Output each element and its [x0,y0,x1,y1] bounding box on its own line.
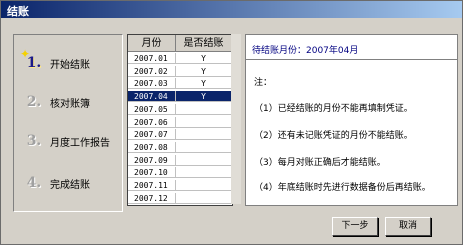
step-label: 开始结账 [50,60,90,71]
month-column-header[interactable]: 月份 [128,35,176,52]
month-cell: 2007.09 [128,154,176,166]
table-row[interactable]: 2007.02 Y [128,65,232,77]
month-cell: 2007.11 [128,180,176,191]
note-item: （3）每月对账正确后才能结账。 [254,158,386,168]
table-row[interactable]: 2007.04 Y [128,91,232,103]
month-cell: 2007.12 [128,192,176,204]
grid-scrollbar[interactable] [231,34,241,204]
divider [246,59,457,60]
steps-panel: ✦ 1. 开始结账 2. 核对账簿 3. 月度工作报告 4. 完成结账 [13,34,123,212]
table-row[interactable]: 2007.06 [128,116,232,128]
table-row[interactable]: 2007.08 [128,141,232,153]
table-row[interactable]: 2007.11 [128,180,232,191]
month-cell: 2007.08 [128,141,176,153]
closed-cell: Y [176,65,232,77]
table-row[interactable]: 2007.05 [128,103,232,115]
month-cell: 2007.07 [128,129,176,141]
closed-cell: Y [176,91,232,103]
table-row[interactable]: 2007.12 [128,192,232,204]
closed-cell [176,192,232,204]
month-cell: 2007.06 [128,116,176,128]
table-row[interactable]: 2007.09 [128,154,232,166]
step-number: 4. [26,175,42,191]
month-cell: 2007.10 [128,167,176,179]
closed-cell [176,116,232,128]
closed-cell [176,129,232,141]
note-item: （1）已经结账的月份不能再填制凭证。 [254,104,413,114]
month-grid: 月份 是否结账 2007.01 Y 2007.02 Y 2007.03 Y 2007.04 Y… [127,34,233,206]
closed-cell [176,180,232,191]
pending-month-label: 待结账月份：2007年04月 [252,46,359,56]
closed-cell [176,103,232,115]
closed-cell [176,154,232,166]
closed-cell: Y [176,78,232,90]
month-cell: 2007.03 [128,78,176,90]
month-cell: 2007.05 [128,103,176,115]
title-bar[interactable]: 结账 [1,1,462,18]
step-label: 完成结账 [50,180,90,191]
step-label: 月度工作报告 [50,138,110,149]
month-cell: 2007.04 [128,91,176,103]
closed-column-header[interactable]: 是否结账 [176,35,232,52]
month-cell: 2007.01 [128,53,176,64]
step-label: 核对账簿 [50,99,90,110]
step-finish-checkout: 4. 完成结账 [24,173,120,193]
info-panel: 待结账月份：2007年04月 注： （1）已经结账的月份不能再填制凭证。 （2）… [245,34,458,206]
step-number: 3. [26,133,42,149]
step-monthly-report: 3. 月度工作报告 [24,131,120,151]
closed-cell [176,141,232,153]
note-item: （2）还有未记账凭证的月份不能结账。 [254,131,413,141]
note-heading: 注： [254,78,273,88]
cancel-button[interactable]: 取消 [385,217,431,236]
table-row[interactable]: 2007.10 [128,167,232,179]
grid-header: 月份 是否结账 [128,35,232,53]
step-start-checkout: ✦ 1. 开始结账 [20,47,120,73]
table-row[interactable]: 2007.03 Y [128,78,232,90]
closed-cell [176,167,232,179]
table-row[interactable]: 2007.01 Y [128,53,232,64]
step-number: 2. [26,94,42,110]
step-check-books: 2. 核对账簿 [24,92,120,112]
window-title: 结账 [7,5,29,18]
next-button[interactable]: 下一步 [332,217,378,236]
step-number: 1. [26,55,42,71]
month-cell: 2007.02 [128,65,176,77]
note-item: （4）年底结账时先进行数据备份后再结账。 [254,183,431,193]
table-row[interactable]: 2007.07 [128,129,232,141]
checkout-dialog: 结账 ✦ 1. 开始结账 2. 核对账簿 3. 月度工作报告 4. 完成结账 月… [0,0,463,245]
closed-cell: Y [176,53,232,64]
